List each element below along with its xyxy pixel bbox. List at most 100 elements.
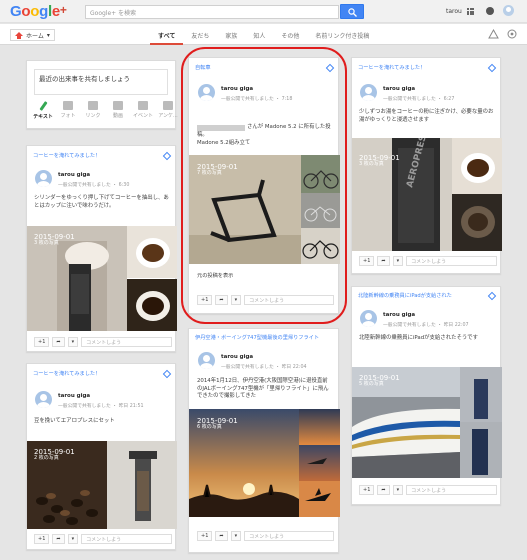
share-button[interactable]: ➦ (52, 534, 65, 544)
comment-input[interactable]: コメントしよう (244, 295, 334, 305)
comment-input[interactable]: コメントしよう (244, 531, 334, 541)
apps-grid-icon[interactable] (467, 8, 474, 15)
share-menu-button[interactable]: ▾ (67, 534, 79, 544)
post-meta: 一般公開で共有しました ・ 昨日 21:51 (58, 404, 144, 409)
share-input[interactable]: 最近の出来事を共有しましょう (34, 69, 168, 95)
author-name[interactable]: tarou giga (383, 312, 415, 318)
share-button[interactable]: ➦ (215, 531, 228, 541)
avatar[interactable] (360, 84, 377, 101)
photo-album[interactable]: 2015-09-01 3 枚の写真 (27, 226, 177, 331)
share-menu-button[interactable]: ▾ (392, 485, 404, 495)
author-name[interactable]: tarou giga (221, 86, 253, 92)
tab-name-link-posts[interactable]: 名前リンク付き投稿 (307, 24, 377, 45)
collection-link[interactable]: コーヒーを淹れてみました！ (33, 370, 100, 377)
search-input[interactable]: Google+ を検索 (85, 5, 339, 19)
share-arrow-icon: ➦ (219, 297, 224, 303)
google-plus-logo[interactable]: Google+ (10, 3, 67, 20)
home-label: ホーム (26, 32, 44, 40)
collection-link[interactable]: 自転車 (195, 64, 211, 71)
share-menu-button[interactable]: ▾ (67, 337, 79, 347)
post-meta: 一般公開で共有しました ・ 7:18 (221, 97, 293, 102)
share-menu-button[interactable]: ▾ (230, 295, 242, 305)
collection-link[interactable]: 北陸新幹線の乗務員にiPadが支給された (358, 292, 486, 299)
share-button[interactable]: ➦ (377, 256, 390, 266)
share-button[interactable]: ➦ (52, 337, 65, 347)
camera-icon (63, 101, 73, 110)
tab-all[interactable]: すべて (150, 24, 184, 45)
post-card: 伊丹空港・ボーイング747型機最後の里帰りフライト tarou giga 一般公… (188, 328, 340, 553)
share-text-button[interactable]: テキスト (31, 101, 55, 120)
view-original-post-link[interactable]: 元の投稿を表示 (197, 272, 233, 279)
photo-album[interactable]: 2015-09-01 5 枚の写真 (352, 367, 502, 478)
author-name[interactable]: tarou giga (58, 393, 90, 399)
photo-album[interactable]: 2015-09-01 2 枚の写真 (27, 441, 177, 529)
tab-acquaintances[interactable]: 知人 (245, 24, 273, 45)
plus-one-button[interactable]: +1 (359, 485, 375, 495)
share-poll-button[interactable]: アンケ... (156, 101, 180, 120)
tab-family[interactable]: 家族 (217, 24, 245, 45)
comment-input[interactable]: コメントしよう (81, 534, 172, 544)
plus-one-button[interactable]: +1 (34, 337, 50, 347)
avatar[interactable] (35, 391, 52, 408)
share-arrow-icon: ➦ (56, 536, 61, 542)
avatar[interactable] (198, 352, 215, 369)
collection-link[interactable]: コーヒーを淹れてみました！ (33, 152, 100, 159)
comment-input[interactable]: コメントしよう (406, 256, 497, 266)
avatar[interactable] (198, 84, 215, 101)
chevron-down-icon: ▾ (71, 536, 75, 542)
settings-icon[interactable] (507, 29, 517, 39)
share-photo-button[interactable]: フォト (56, 101, 80, 120)
profile-avatar[interactable] (503, 5, 514, 16)
share-arrow-icon: ➦ (219, 533, 224, 539)
share-arrow-icon: ➦ (56, 339, 61, 345)
share-menu-button[interactable]: ▾ (392, 256, 404, 266)
tab-more[interactable]: その他 (273, 24, 307, 45)
post-card: 自転車 tarou giga 一般公開で共有しました ・ 7:18 さんが Ma… (188, 57, 340, 314)
username[interactable]: tarou (446, 8, 462, 15)
post-card: コーヒーを淹れてみました！ tarou giga 一般公開で共有しました ・ 6… (351, 57, 502, 274)
notifications-icon[interactable] (486, 7, 494, 15)
collection-pin-icon[interactable] (162, 369, 172, 379)
share-button[interactable]: ➦ (377, 485, 390, 495)
album-label: 2015-09-01 6 枚の写真 (197, 417, 238, 431)
share-link-button[interactable]: リンク (81, 101, 105, 120)
home-menu[interactable]: ホーム ▾ (10, 29, 55, 41)
collection-pin-icon[interactable] (487, 63, 497, 73)
post-meta: 一般公開で共有しました ・ 昨日 22:07 (383, 323, 469, 328)
share-menu-button[interactable]: ▾ (230, 531, 242, 541)
collection-pin-icon[interactable] (162, 151, 172, 161)
comment-input[interactable]: コメントしよう (406, 485, 497, 495)
share-video-button[interactable]: 動画 (106, 101, 130, 120)
collection-link[interactable]: 伊丹空港・ボーイング747型機最後の里帰りフライト (195, 334, 335, 341)
post-meta: 一般公開で共有しました ・ 6:27 (383, 97, 455, 102)
album-label: 2015-09-01 2 枚の写真 (34, 448, 75, 462)
share-button[interactable]: ➦ (215, 295, 228, 305)
author-name[interactable]: tarou giga (58, 172, 90, 178)
author-name[interactable]: tarou giga (221, 354, 253, 360)
notifications-bell-icon[interactable] (488, 29, 499, 39)
photo-album[interactable]: 2015-09-01 6 枚の写真 (189, 409, 340, 517)
avatar[interactable] (360, 310, 377, 327)
plus-one-button[interactable]: +1 (197, 295, 213, 305)
stream-tabs: すべて 友だち 家族 知人 その他 名前リンク付き投稿 (150, 24, 377, 45)
search-button[interactable] (340, 4, 364, 19)
chevron-down-icon: ▾ (46, 31, 50, 39)
post-meta: 一般公開で共有しました ・ 6:30 (58, 183, 130, 188)
photo-album[interactable]: 2015-09-01 7 枚の写真 (189, 155, 340, 264)
plus-one-button[interactable]: +1 (34, 534, 50, 544)
album-label: 2015-09-01 5 枚の写真 (359, 374, 400, 388)
avatar[interactable] (35, 170, 52, 187)
album-label: 2015-09-01 7 枚の写真 (197, 163, 238, 177)
comment-input[interactable]: コメントしよう (81, 337, 172, 347)
collection-pin-icon[interactable] (325, 63, 335, 73)
collection-pin-icon[interactable] (487, 291, 497, 301)
author-name[interactable]: tarou giga (383, 86, 415, 92)
pencil-icon (38, 101, 48, 111)
collection-link[interactable]: コーヒーを淹れてみました！ (358, 64, 425, 71)
photo-album[interactable]: AEROPRESS 2015-09-01 3 枚の写真 (352, 138, 502, 251)
share-event-button[interactable]: イベント (131, 101, 155, 120)
plus-one-button[interactable]: +1 (359, 256, 375, 266)
post-text: 豆を挽いてエアロプレスにセット (34, 418, 115, 424)
tab-friends[interactable]: 友だち (183, 24, 217, 45)
plus-one-button[interactable]: +1 (197, 531, 213, 541)
